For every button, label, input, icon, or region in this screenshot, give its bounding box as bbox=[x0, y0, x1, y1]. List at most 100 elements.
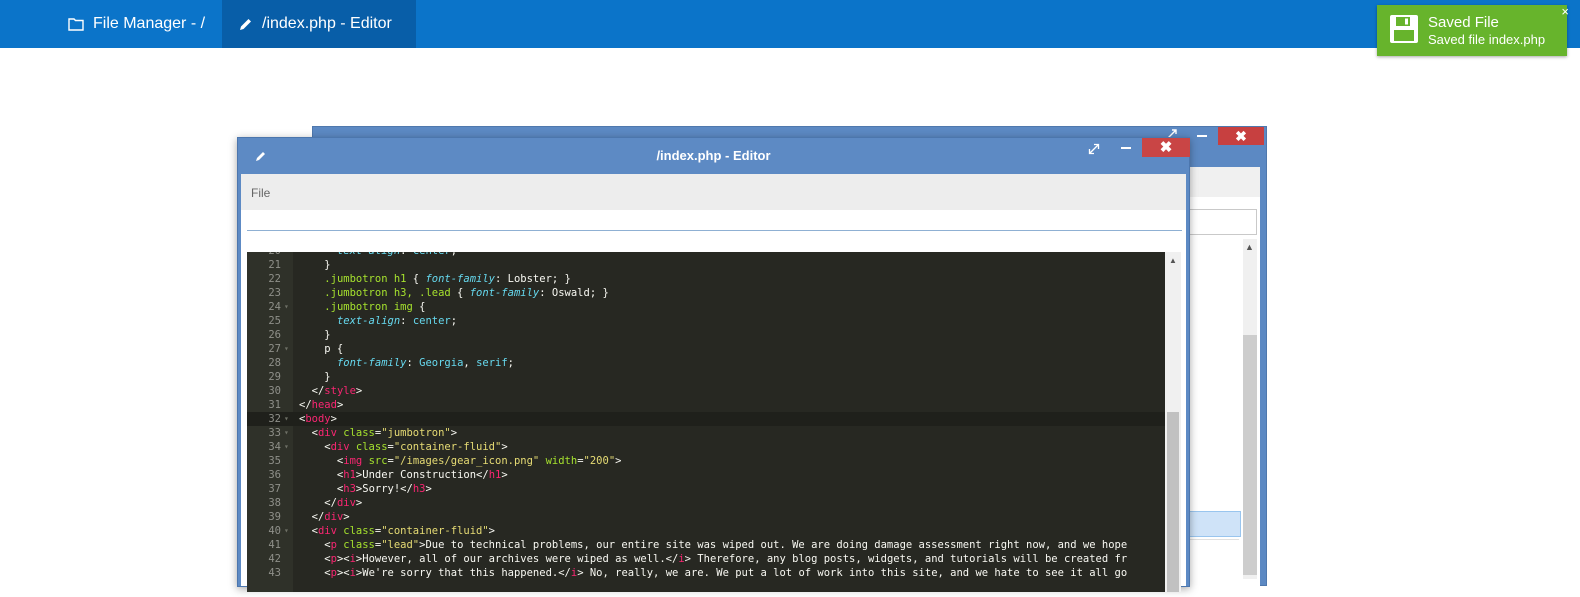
code-line[interactable]: 30 </style> bbox=[247, 384, 1165, 398]
line-number: 25 bbox=[268, 315, 281, 327]
code-line[interactable]: 24 ▾ .jumbotron img { bbox=[247, 300, 1165, 314]
editor-scrollbar[interactable]: ▲ bbox=[1165, 252, 1181, 592]
toast-title: Saved File bbox=[1428, 14, 1499, 31]
code-text: .jumbotron h3, .lead { font-family: Oswa… bbox=[324, 287, 609, 299]
fold-arrow-icon[interactable]: ▾ bbox=[284, 300, 289, 314]
code-editor[interactable]: 20 text-align: center;21 }22 .jumbotron … bbox=[247, 252, 1165, 592]
code-line[interactable]: 29 } bbox=[247, 370, 1165, 384]
code-line[interactable]: 43 <p><i>We're sorry that this happened.… bbox=[247, 566, 1165, 580]
code-text: <body> bbox=[299, 413, 337, 425]
code-line[interactable]: 33 ▾ <div class="jumbotron"> bbox=[247, 426, 1165, 440]
line-number: 37 bbox=[268, 483, 281, 495]
code-text: <h3>Sorry!</h3> bbox=[299, 483, 432, 495]
code-line[interactable]: 22 .jumbotron h1 { font-family: Lobster;… bbox=[247, 272, 1165, 286]
code-line[interactable]: 27 ▾ p { bbox=[247, 342, 1165, 356]
editor-window-body: File 20 text-align: center;21 }22 .jumbo… bbox=[241, 174, 1186, 592]
fold-arrow-icon[interactable]: ▾ bbox=[284, 440, 289, 454]
code-line[interactable]: 32 ▾ <body> bbox=[247, 412, 1165, 426]
code-text: .jumbotron h1 { font-family: Lobster; } bbox=[324, 273, 571, 285]
code-text: font-family: Georgia, serif; bbox=[336, 357, 514, 369]
toast-message: Saved file index.php bbox=[1428, 32, 1546, 47]
taskbar-tab-editor[interactable]: /index.php - Editor bbox=[222, 0, 416, 48]
minimize-icon[interactable] bbox=[1121, 147, 1131, 149]
code-line[interactable]: 23 .jumbotron h3, .lead { font-family: O… bbox=[247, 286, 1165, 300]
taskbar-tab-label: File Manager - / bbox=[93, 15, 206, 32]
code-line[interactable]: 35 <img src="/images/gear_icon.png" widt… bbox=[247, 454, 1165, 468]
taskbar-tab-file-manager[interactable]: File Manager - / bbox=[52, 0, 222, 48]
code-text: </style> bbox=[299, 385, 363, 397]
editor-close-button[interactable]: ✖ bbox=[1142, 138, 1190, 157]
code-text: text-align: center; bbox=[336, 315, 458, 327]
code-text: .jumbotron img { bbox=[324, 301, 426, 313]
line-number: 31 bbox=[268, 399, 281, 411]
line-number: 34 bbox=[268, 441, 281, 453]
code-text: </div> bbox=[299, 511, 350, 523]
code-line[interactable]: 28 font-family: Georgia, serif; bbox=[247, 356, 1165, 370]
line-number: 36 bbox=[268, 469, 281, 481]
line-number: 27 bbox=[268, 343, 281, 355]
code-line[interactable]: 41 <p class="lead">Due to technical prob… bbox=[247, 538, 1165, 552]
code-text: } bbox=[299, 329, 331, 341]
line-number: 23 bbox=[268, 287, 281, 299]
save-icon bbox=[1390, 15, 1418, 43]
line-number: 35 bbox=[268, 455, 281, 467]
editor-window[interactable]: /index.php - Editor ✖ File 20 text-align… bbox=[237, 137, 1190, 592]
code-line[interactable]: 37 <h3>Sorry!</h3> bbox=[247, 482, 1165, 496]
line-number: 38 bbox=[268, 497, 281, 509]
fold-arrow-icon[interactable]: ▾ bbox=[284, 524, 289, 538]
line-number: 33 bbox=[268, 427, 281, 439]
code-text: } bbox=[299, 259, 331, 271]
code-text: <div class="jumbotron"> bbox=[299, 427, 458, 439]
file-manager-row-divider bbox=[1189, 539, 1239, 540]
line-number: 21 bbox=[268, 259, 281, 271]
code-line[interactable]: 25 text-align: center; bbox=[247, 314, 1165, 328]
fold-arrow-icon[interactable]: ▾ bbox=[284, 426, 289, 440]
editor-window-title: /index.php - Editor bbox=[656, 148, 771, 163]
code-line[interactable]: 39 </div> bbox=[247, 510, 1165, 524]
code-text: </div> bbox=[299, 497, 363, 509]
line-number: 42 bbox=[268, 553, 281, 565]
taskbar-tab-label: /index.php - Editor bbox=[262, 15, 392, 32]
taskbar: File Manager - / /index.php - Editor bbox=[0, 0, 1580, 48]
file-manager-scroll-thumb[interactable] bbox=[1243, 335, 1257, 575]
code-line[interactable]: 21 } bbox=[247, 258, 1165, 272]
code-text: <img src="/images/gear_icon.png" width="… bbox=[299, 455, 622, 467]
code-line[interactable]: 42 <p><i>However, all of our archives we… bbox=[247, 552, 1165, 566]
pencil-icon bbox=[240, 18, 251, 30]
toast-close-button[interactable]: × bbox=[1561, 4, 1569, 19]
scroll-up-arrow-icon[interactable]: ▲ bbox=[1169, 256, 1177, 265]
file-manager-selected-row[interactable] bbox=[1189, 511, 1241, 537]
editor-menubar: File bbox=[241, 174, 1186, 210]
code-text: p { bbox=[299, 343, 344, 355]
minimize-icon[interactable] bbox=[1197, 135, 1207, 137]
file-manager-search-input[interactable] bbox=[1189, 209, 1257, 235]
line-number: 41 bbox=[268, 539, 281, 551]
code-line[interactable]: 31 </head> bbox=[247, 398, 1165, 412]
line-number: 40 bbox=[268, 525, 281, 537]
line-number: 43 bbox=[268, 567, 281, 579]
scroll-up-arrow-icon[interactable]: ▲ bbox=[1245, 242, 1254, 252]
menu-file[interactable]: File bbox=[251, 186, 270, 200]
file-manager-close-button[interactable]: ✖ bbox=[1218, 127, 1264, 145]
code-text: <div class="container-fluid"> bbox=[299, 525, 495, 537]
fold-arrow-icon[interactable]: ▾ bbox=[284, 342, 289, 356]
code-line[interactable]: 40 ▾ <div class="container-fluid"> bbox=[247, 524, 1165, 538]
code-text: <h1>Under Construction</h1> bbox=[299, 469, 508, 481]
code-text: </head> bbox=[299, 399, 344, 411]
line-number: 22 bbox=[268, 273, 281, 285]
code-text: <p><i>However, all of our archives were … bbox=[299, 553, 1128, 565]
saved-file-toast: Saved File Saved file index.php × bbox=[1377, 4, 1569, 56]
maximize-icon[interactable] bbox=[1088, 143, 1100, 155]
line-number: 29 bbox=[268, 371, 281, 383]
code-line[interactable]: 36 <h1>Under Construction</h1> bbox=[247, 468, 1165, 482]
code-line[interactable]: 34 ▾ <div class="container-fluid"> bbox=[247, 440, 1165, 454]
line-number: 30 bbox=[268, 385, 281, 397]
editor-scroll-thumb[interactable] bbox=[1167, 412, 1179, 592]
code-text: <p><i>We're sorry that this happened.</i… bbox=[299, 567, 1128, 579]
code-line[interactable]: 26 } bbox=[247, 328, 1165, 342]
code-line[interactable]: 38 </div> bbox=[247, 496, 1165, 510]
fold-arrow-icon[interactable]: ▾ bbox=[284, 412, 289, 426]
line-number: 39 bbox=[268, 511, 281, 523]
folder-icon bbox=[68, 18, 84, 31]
code-text: } bbox=[299, 371, 331, 383]
